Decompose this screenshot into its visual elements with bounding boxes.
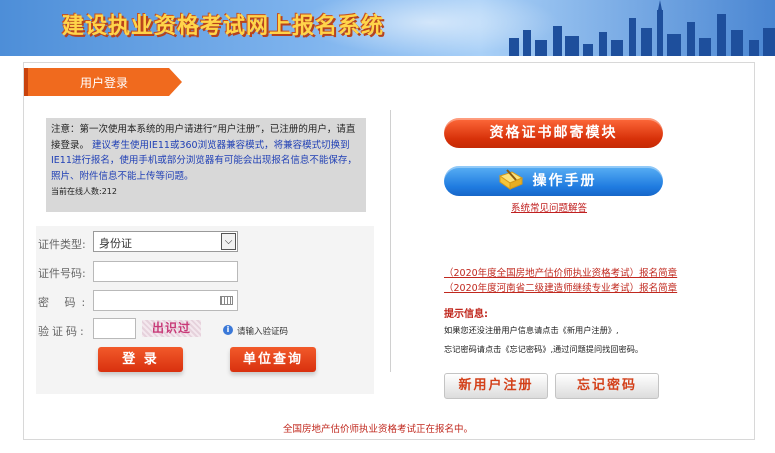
register-button[interactable]: 新用户注册 bbox=[444, 373, 548, 399]
header-banner: 建设执业资格考试网上报名系统 bbox=[0, 0, 775, 56]
password-input[interactable] bbox=[93, 290, 238, 311]
manual-button[interactable]: 操作手册 bbox=[444, 166, 663, 196]
notice-box: 注意：第一次使用本系统的用户请进行“用户注册”，已注册的用户，请直接登录。 建议… bbox=[46, 118, 366, 212]
notice-browser-tip: 建议考生使用IE11或360浏览器兼容模式，将兼容模式切换到IE11进行报名，使… bbox=[51, 139, 357, 182]
tip-forgot: 忘记密码请点击《忘记密码》,通过问题提问找回密码。 bbox=[444, 344, 644, 354]
tab-login[interactable]: 用户登录 bbox=[80, 74, 128, 91]
news-link-1[interactable]: （2020年度全国房地产估价师执业资格考试）报名简章 bbox=[444, 266, 700, 281]
chevron-down-icon[interactable]: ⌵ bbox=[221, 233, 236, 250]
verify-code-hint: 请输入验证码 bbox=[237, 327, 289, 337]
news-link-2[interactable]: （2020年度河南省二级建造师继续专业考试）报名简章 bbox=[444, 281, 700, 296]
login-button[interactable]: 登 录 bbox=[98, 347, 183, 372]
news-ticker: （2020年度全国房地产估价师执业资格考试）报名简章 （2020年度河南省二级建… bbox=[444, 266, 700, 296]
column-divider bbox=[390, 110, 391, 372]
verify-code-label: 验证码: bbox=[38, 325, 87, 338]
cert-type-select[interactable]: 身份证 ⌵ bbox=[93, 231, 238, 252]
footer-notice: 全国房地产估价师执业资格考试正在报名中。 bbox=[283, 424, 474, 435]
tip-register: 如果您还没注册用户信息请点击《新用户注册》, bbox=[444, 325, 619, 335]
info-icon: i bbox=[223, 325, 233, 335]
cert-no-input[interactable] bbox=[93, 261, 238, 282]
cert-type-label: 证件类型: bbox=[38, 238, 86, 251]
captcha-image[interactable]: 出识过 bbox=[142, 320, 201, 337]
org-query-button[interactable]: 单位查询 bbox=[230, 347, 316, 372]
tips-title: 提示信息: bbox=[444, 309, 488, 320]
faq-link[interactable]: 系统常见问题解答 bbox=[511, 200, 587, 214]
keyboard-icon[interactable] bbox=[220, 296, 233, 305]
certificate-mail-button[interactable]: 资格证书邮寄模块 bbox=[444, 118, 663, 148]
online-count: 当前在线人数:212 bbox=[51, 187, 117, 196]
password-label: 密 码: bbox=[38, 296, 92, 309]
forgot-password-button[interactable]: 忘记密码 bbox=[555, 373, 659, 399]
city-skyline-icon bbox=[509, 0, 775, 56]
verify-code-input[interactable] bbox=[93, 318, 136, 339]
site-title: 建设执业资格考试网上报名系统 bbox=[62, 14, 385, 39]
cert-type-value: 身份证 bbox=[99, 237, 132, 250]
cert-no-label: 证件号码: bbox=[38, 267, 86, 280]
book-icon bbox=[498, 169, 524, 190]
